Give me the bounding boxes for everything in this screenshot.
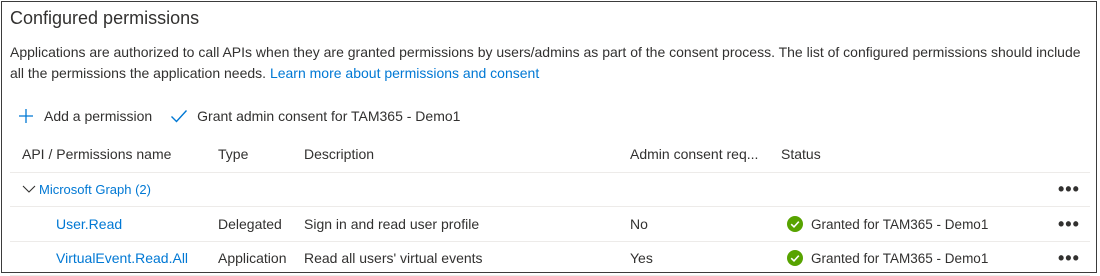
plus-icon (19, 109, 33, 123)
column-header-api[interactable]: API / Permissions name (22, 136, 171, 172)
table-row: VirtualEvent.Read.All Application Read a… (10, 241, 1090, 276)
success-check-circle-icon (787, 216, 803, 232)
column-header-description[interactable]: Description (304, 136, 374, 172)
permission-description: Sign in and read user profile (304, 216, 480, 232)
table-header: API / Permissions name Type Description … (10, 136, 1090, 173)
success-check-circle-icon (787, 250, 803, 266)
permission-name: User.Read (56, 216, 123, 232)
permission-description: Read all users' virtual events (304, 250, 483, 266)
admin-consent-required: Yes (630, 250, 653, 266)
permission-name: VirtualEvent.Read.All (56, 250, 189, 266)
more-ellipsis-icon: ••• (1058, 248, 1080, 268)
grant-admin-consent-button[interactable]: Grant admin consent for TAM365 - Demo1 (170, 108, 460, 124)
permission-type: Application (218, 250, 287, 266)
group-more-button[interactable]: ••• (1058, 172, 1080, 206)
group-toggle[interactable]: Microsoft Graph (2) (22, 172, 151, 206)
command-bar: Add a permission Grant admin consent for… (18, 104, 478, 128)
row-more-button[interactable]: ••• (1058, 207, 1080, 241)
more-ellipsis-icon: ••• (1058, 179, 1080, 199)
status-text: Granted for TAM365 - Demo1 (811, 250, 989, 266)
status-badge: Granted for TAM365 - Demo1 (781, 207, 988, 241)
description-body: Applications are authorized to call APIs… (10, 44, 1081, 81)
column-header-admin-consent[interactable]: Admin consent req... (630, 136, 758, 172)
group-label: Microsoft Graph (2) (39, 181, 151, 197)
chevron-down-icon (22, 185, 36, 193)
page-title: Configured permissions (10, 8, 200, 28)
permission-name-link[interactable]: VirtualEvent.Read.All (56, 241, 188, 275)
column-header-type[interactable]: Type (218, 136, 248, 172)
row-more-button[interactable]: ••• (1058, 241, 1080, 275)
more-ellipsis-icon: ••• (1058, 214, 1080, 234)
checkmark-icon (171, 110, 188, 123)
table-row: User.Read Delegated Sign in and read use… (10, 207, 1090, 242)
add-permission-button[interactable]: Add a permission (18, 108, 152, 124)
admin-consent-required: No (630, 216, 648, 232)
grant-admin-consent-label: Grant admin consent for TAM365 - Demo1 (197, 108, 461, 124)
add-permission-label: Add a permission (44, 108, 153, 124)
permission-name-link[interactable]: User.Read (56, 207, 122, 241)
column-header-status[interactable]: Status (781, 136, 821, 172)
group-row-microsoft-graph: Microsoft Graph (2) ••• (10, 172, 1090, 207)
status-badge: Granted for TAM365 - Demo1 (781, 241, 988, 275)
learn-more-link[interactable]: Learn more about permissions and consent (270, 65, 539, 81)
status-text: Granted for TAM365 - Demo1 (811, 216, 989, 232)
permission-type: Delegated (218, 216, 282, 232)
description-text: Applications are authorized to call APIs… (10, 42, 1085, 84)
